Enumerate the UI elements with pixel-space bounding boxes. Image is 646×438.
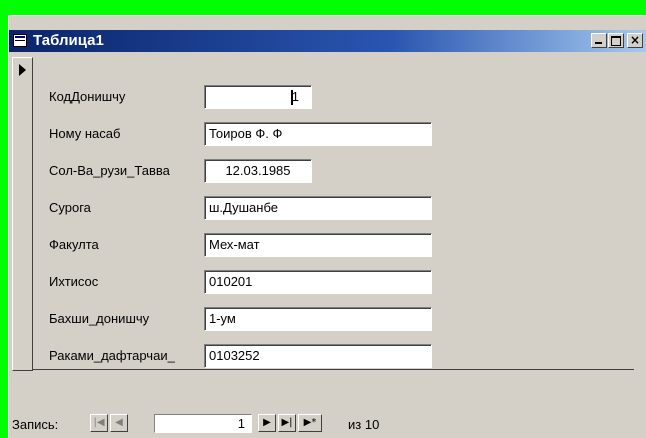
minimize-icon [595, 42, 602, 44]
field-label-specialty: Ихтисос [49, 274, 99, 289]
field-label-full-name: Ному насаб [49, 126, 121, 141]
first-record-icon: |◀ [93, 417, 105, 428]
current-record-arrow-icon [19, 64, 26, 76]
record-form: КодДонишчу 1 Ному насаб Тоиров Ф. Ф Сол-… [9, 52, 646, 372]
next-record-icon: ▶ [263, 417, 271, 428]
maximize-button[interactable] [608, 33, 624, 48]
minimize-button[interactable] [591, 33, 607, 48]
field-label-faculty: Факулта [49, 237, 99, 252]
record-navigation-bar: Запись: |◀ ◀ 1 ▶ ▶| ▶* из 10 [9, 411, 646, 435]
field-label-residence: Сурога [49, 200, 91, 215]
record-book-number-field[interactable]: 0103252 [204, 344, 432, 368]
close-icon: × [629, 33, 641, 47]
last-record-icon: ▶| [281, 417, 293, 428]
field-label-student-section: Бахши_донишчу [49, 311, 150, 326]
record-total: из 10 [348, 417, 380, 432]
record-label: Запись: [12, 417, 59, 432]
current-record-input[interactable]: 1 [154, 414, 252, 433]
student-id-field[interactable]: 1 [204, 85, 312, 109]
field-label-birth-date: Сол-Ва_рузи_Тавва [49, 163, 170, 178]
window-title: Таблица1 [33, 32, 104, 49]
residence-field[interactable]: ш.Душанбе [204, 196, 432, 220]
close-button[interactable]: × [627, 33, 643, 48]
title-bar[interactable]: Таблица1 × [9, 30, 646, 52]
form-divider [33, 369, 634, 370]
previous-record-button[interactable]: ◀ [110, 414, 128, 432]
previous-record-icon: ◀ [115, 417, 123, 428]
table-icon [13, 34, 27, 47]
maximize-icon [611, 36, 621, 46]
new-record-button[interactable]: ▶* [298, 414, 322, 432]
table-window: Таблица1 × КодДонишчу 1 Ному насаб Тоиро… [8, 15, 646, 438]
birth-date-field[interactable]: 12.03.1985 [204, 159, 312, 183]
new-record-icon: ▶* [303, 417, 317, 428]
student-section-field[interactable]: 1-ум [204, 307, 432, 331]
full-name-field[interactable]: Тоиров Ф. Ф [204, 122, 432, 146]
specialty-field[interactable]: 010201 [204, 270, 432, 294]
faculty-field[interactable]: Мех-мат [204, 233, 432, 257]
field-label-record-book-number: Раками_дафтарчаи_ [49, 348, 175, 363]
text-cursor [291, 90, 297, 105]
field-label-student-id: КодДонишчу [49, 89, 126, 104]
next-record-button[interactable]: ▶ [258, 414, 276, 432]
last-record-button[interactable]: ▶| [278, 414, 296, 432]
record-selector[interactable] [12, 57, 33, 371]
first-record-button[interactable]: |◀ [90, 414, 108, 432]
